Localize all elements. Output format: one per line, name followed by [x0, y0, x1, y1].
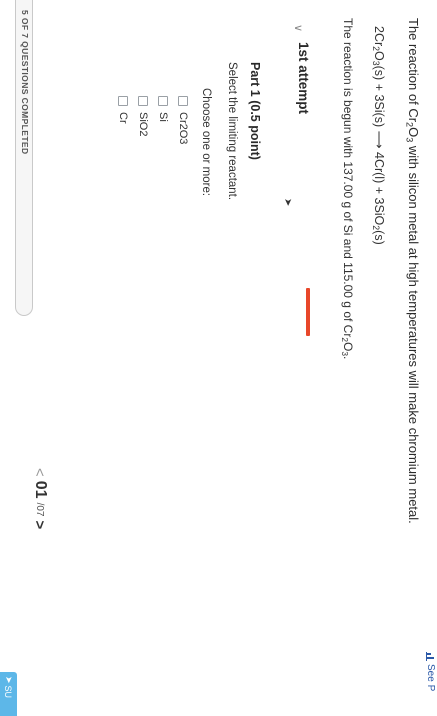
mouse-cursor-icon: ➤	[282, 198, 293, 207]
option-cr[interactable]: Cr	[116, 96, 131, 124]
chemical-equation: 2Cr2O3(s) + 3Si(s) ⟶ 4Cr(l) + 3SiO2(s)	[370, 26, 386, 245]
progress-indicator[interactable]: 5 OF 7 QUESTIONS COMPLETED	[15, 0, 33, 316]
given-amounts: The reaction is begun with 137.00 g of S…	[339, 18, 355, 360]
submit-button[interactable]: ➤ SU	[0, 672, 17, 716]
attempt-heading[interactable]: 1st attempt	[296, 42, 311, 114]
chevron-down-icon[interactable]: ∨	[292, 24, 305, 32]
option-sio2[interactable]: SiO2	[136, 96, 151, 136]
part-title: Part 1 (0.5 point)	[248, 62, 262, 160]
checkbox[interactable]	[118, 96, 129, 106]
part-prompt: Select the limiting reactant.	[226, 62, 238, 201]
attempt-indicator-bar	[306, 288, 310, 336]
checkbox[interactable]	[178, 96, 189, 106]
see-periodic-table-link[interactable]: See P	[425, 652, 436, 691]
question-pager: < 01 /07 >	[31, 468, 50, 529]
option-si[interactable]: Si	[156, 96, 171, 122]
bar-chart-icon	[426, 652, 435, 661]
reaction-arrow: ⟶	[372, 130, 386, 149]
choices-instruction: Choose one or more:	[200, 88, 212, 197]
checkbox[interactable]	[138, 96, 149, 106]
option-cr2o3[interactable]: Cr2O3	[176, 96, 191, 144]
question-text: The reaction of Cr2O3 with silicon metal…	[404, 18, 421, 524]
total-questions: /07	[34, 502, 46, 517]
checkbox[interactable]	[158, 96, 169, 106]
question-page: The reaction of Cr2O3 with silicon metal…	[0, 0, 437, 716]
progress-text: 5 OF 7 QUESTIONS COMPLETED	[20, 10, 30, 155]
next-question-icon[interactable]: >	[32, 520, 49, 529]
send-icon: ➤	[4, 676, 14, 684]
previous-question-icon[interactable]: <	[32, 468, 49, 477]
current-question-number: 01	[32, 480, 49, 499]
